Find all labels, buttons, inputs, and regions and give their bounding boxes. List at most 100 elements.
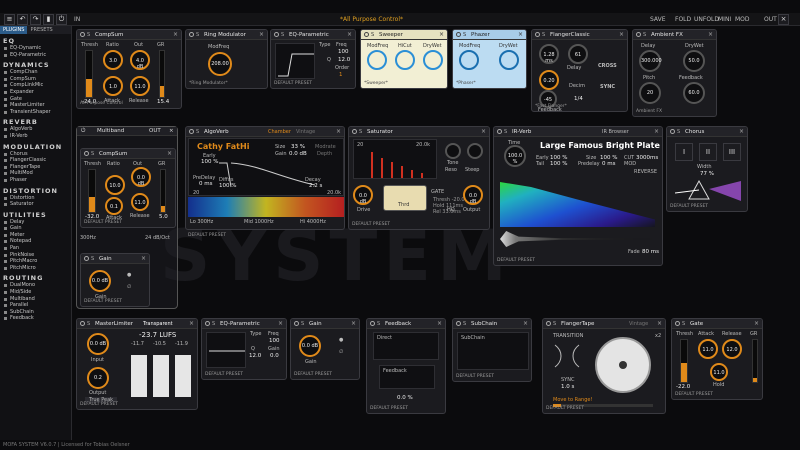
- drive-knob[interactable]: 0.0 dB: [353, 185, 373, 205]
- sidebar-item-dualmono[interactable]: DualMono: [0, 282, 71, 289]
- close-icon[interactable]: ×: [654, 128, 659, 135]
- diffus-value[interactable]: 100 %: [219, 183, 236, 189]
- module-preset[interactable]: DEFAULT PRESET: [84, 299, 122, 304]
- q-value[interactable]: 12.0: [249, 353, 261, 359]
- module-preset[interactable]: DEFAULT PRESET: [370, 406, 408, 411]
- direct-slot[interactable]: Direct: [373, 332, 439, 360]
- module-preset[interactable]: *Sweeper*: [364, 81, 388, 86]
- mini-button[interactable]: MINI: [718, 16, 731, 23]
- chorus-mode-1[interactable]: I: [675, 143, 693, 161]
- feedback-amount[interactable]: 0.0 %: [397, 395, 413, 401]
- sidebar-category[interactable]: EQ: [0, 37, 71, 45]
- module-preset[interactable]: DEFAULT PRESET: [352, 222, 390, 227]
- sidebar-item-gate[interactable]: Gate: [0, 96, 71, 103]
- sidebar-item-ir-verb[interactable]: IR-Verb: [0, 133, 71, 140]
- chorus-mode-3[interactable]: III: [723, 143, 741, 161]
- hq-toggle[interactable]: HQ: [447, 207, 455, 213]
- preset-name[interactable]: Cathy FatHi: [197, 142, 249, 151]
- multiplier[interactable]: x2: [655, 333, 661, 339]
- close-icon[interactable]: ×: [481, 128, 486, 135]
- power-icon[interactable]: ⏻: [56, 14, 67, 25]
- ratio-knob[interactable]: 3.0: [103, 50, 123, 70]
- mod-button[interactable]: MOD: [735, 16, 750, 23]
- sidebar-item-flangertape[interactable]: FlangerTape: [0, 164, 71, 171]
- hold-knob[interactable]: 11.0: [710, 363, 728, 381]
- sidebar-item-gain[interactable]: Gain: [0, 225, 71, 232]
- tab-presets[interactable]: PRESETS: [27, 26, 55, 34]
- sidebar-item-pitchmicro[interactable]: PitchMicro: [0, 265, 71, 272]
- save-button[interactable]: SAVE: [650, 16, 666, 23]
- sidebar-item-compchan[interactable]: CompChan: [0, 69, 71, 76]
- freq-value[interactable]: 100: [338, 49, 349, 55]
- sidebar-category[interactable]: MODULATION: [0, 143, 71, 151]
- input-knob[interactable]: 0.0 dB: [87, 333, 109, 355]
- mute-icon[interactable]: ●: [339, 337, 343, 343]
- reso-knob[interactable]: [467, 143, 483, 159]
- subchain-slot[interactable]: SubChain: [457, 332, 529, 370]
- power-icon[interactable]: ⏻: [81, 128, 85, 135]
- cut-value[interactable]: 3000ms: [636, 155, 658, 161]
- output-knob[interactable]: 0.2: [87, 367, 109, 389]
- order-value[interactable]: 1: [339, 72, 343, 78]
- feedback-knob[interactable]: 60.0: [683, 82, 705, 104]
- sidebar-item-delay[interactable]: Delay: [0, 219, 71, 226]
- out-knob[interactable]: 0.0 dB: [131, 167, 151, 187]
- feedback-slot[interactable]: Feedback: [379, 365, 435, 389]
- menu-icon[interactable]: ≡: [4, 14, 15, 25]
- fade-value[interactable]: 80 ms: [642, 249, 659, 255]
- module-preset[interactable]: *Ring Modulator*: [189, 81, 228, 86]
- sidebar-item-chorus[interactable]: Chorus: [0, 151, 71, 158]
- sidebar-item-eq-dynamic[interactable]: EQ-Dynamic: [0, 45, 71, 52]
- phase-icon[interactable]: ∅: [339, 349, 343, 355]
- sidebar-item-compsum[interactable]: CompSum: [0, 76, 71, 83]
- mid-band[interactable]: Mid 1000Hz: [244, 219, 274, 225]
- cross-toggle[interactable]: CROSS: [598, 63, 617, 69]
- sidebar-item-masterlimiter[interactable]: MasterLimiter: [0, 102, 71, 109]
- sidebar-category[interactable]: ROUTING: [0, 274, 71, 282]
- decay-value[interactable]: 2.2 s: [309, 183, 322, 189]
- multiband-out[interactable]: OUT: [149, 128, 161, 134]
- close-icon[interactable]: ×: [259, 31, 264, 38]
- sidebar-category[interactable]: DYNAMICS: [0, 61, 71, 69]
- modfreq-knob[interactable]: [367, 50, 387, 70]
- module-preset[interactable]: Ambient FX: [636, 109, 662, 114]
- close-icon[interactable]: ×: [351, 320, 356, 327]
- mute-icon[interactable]: ●: [127, 272, 131, 278]
- sidebar-item-meter[interactable]: Meter: [0, 232, 71, 239]
- release-knob[interactable]: 11.0: [131, 193, 149, 211]
- tone-knob[interactable]: [445, 143, 461, 159]
- q-value[interactable]: 12.0: [338, 57, 350, 63]
- sidebar-category[interactable]: REVERB: [0, 118, 71, 126]
- gain-knob[interactable]: 0.0 dB: [89, 270, 111, 292]
- predelay-value[interactable]: 0 ms: [199, 181, 212, 187]
- sidebar-item-parallel[interactable]: Parallel: [0, 302, 71, 309]
- module-preset[interactable]: DEFAULT PRESET: [456, 374, 494, 379]
- lo-band[interactable]: Lo 300Hz: [190, 219, 213, 225]
- attack-knob[interactable]: 1.0: [103, 76, 123, 96]
- module-preset[interactable]: *Fast Flanger*: [535, 104, 567, 109]
- sidebar-item-complinkmic[interactable]: CompLinkMic: [0, 82, 71, 89]
- module-preset[interactable]: DEFAULT PRESET: [546, 406, 584, 411]
- sidebar-item-multiband[interactable]: Multiband: [0, 296, 71, 303]
- sync-toggle[interactable]: SYNC: [600, 84, 615, 90]
- close-icon[interactable]: ×: [619, 31, 624, 38]
- output-knob[interactable]: 0.0 dB: [463, 185, 483, 205]
- sidebar-item-feedback[interactable]: Feedback: [0, 315, 71, 322]
- hicut-knob[interactable]: [395, 50, 415, 70]
- pitch-knob[interactable]: 20: [639, 82, 661, 104]
- module-preset[interactable]: DEFAULT PRESET: [294, 372, 332, 377]
- drywet-knob[interactable]: 50.0: [683, 50, 705, 72]
- close-icon[interactable]: ×: [739, 128, 744, 135]
- attack-knob[interactable]: 11.0: [698, 339, 718, 359]
- sidebar-item-algoverb[interactable]: AlgoVerb: [0, 126, 71, 133]
- vintage-mode[interactable]: Vintage: [629, 321, 648, 327]
- module-preset[interactable]: DEFAULT PRESET: [274, 81, 312, 86]
- saturator-spectrum[interactable]: 20 20.0k: [353, 139, 437, 179]
- module-preset[interactable]: DEFAULT PRESET: [670, 204, 708, 209]
- sidebar-item-subchain[interactable]: SubChain: [0, 309, 71, 316]
- modfreq-knob[interactable]: 208.00: [208, 52, 232, 76]
- close-icon[interactable]: ×: [189, 320, 194, 327]
- module-preset[interactable]: DEFAULT PRESET: [80, 402, 118, 407]
- eq-curve-display[interactable]: [206, 332, 246, 368]
- close-icon[interactable]: ×: [169, 128, 174, 134]
